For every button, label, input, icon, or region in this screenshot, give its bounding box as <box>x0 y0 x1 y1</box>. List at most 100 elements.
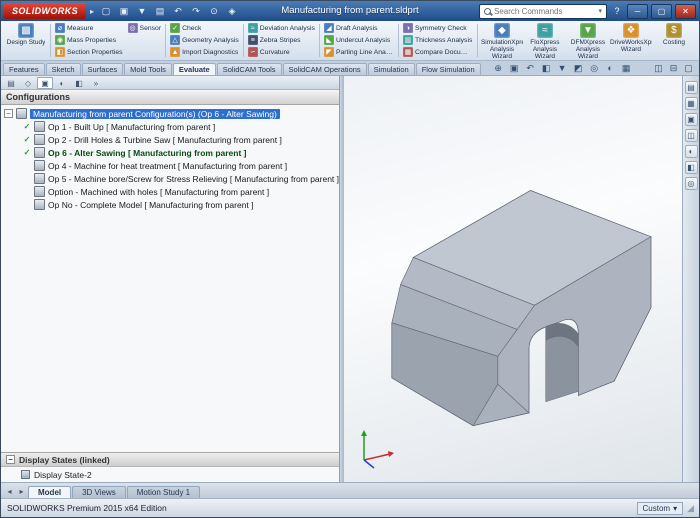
dfmxpress-wizard-button[interactable]: ▼DFMXpress Analysis Wizard <box>567 22 609 60</box>
costing-button[interactable]: $Costing <box>653 22 695 60</box>
tab-solidcam-tools[interactable]: SolidCAM Tools <box>217 63 282 75</box>
dimxpertmanager-tab-icon[interactable]: ◐ <box>54 77 70 89</box>
zoom-fit-icon[interactable]: ⊕ <box>492 63 505 74</box>
split-pane-vertical-icon[interactable]: ⊟ <box>667 63 680 74</box>
graphics-viewport[interactable] <box>344 76 682 482</box>
display-states-expander-icon[interactable]: − <box>6 455 15 464</box>
design-study-button[interactable]: ▩Design Study <box>5 22 47 60</box>
config-tree-row[interactable]: ✓Option - Machined with holes [ Manufact… <box>1 185 339 198</box>
minimize-button[interactable]: ─ <box>627 4 648 19</box>
parting-line-analysis-icon: ◤ <box>324 47 334 57</box>
custom-properties-icon[interactable]: ◧ <box>685 161 698 174</box>
search-input[interactable] <box>494 7 595 16</box>
tab-surfaces[interactable]: Surfaces <box>82 63 124 75</box>
thickness-analysis-button[interactable]: ▥Thickness Analysis <box>402 34 474 46</box>
tab-flow-simulation[interactable]: Flow Simulation <box>416 63 481 75</box>
parting-line-analysis-button[interactable]: ◤Parting Line Analysis <box>323 46 395 58</box>
driveworksxpress-wizard-button[interactable]: ❖DriveWorksXpress Wizard <box>610 22 652 60</box>
file-explorer-icon[interactable]: ▣ <box>685 113 698 126</box>
close-pane-icon[interactable]: ▢ <box>682 63 695 74</box>
configurationmanager-tab-icon[interactable]: ▣ <box>37 77 53 89</box>
zebra-stripes-button[interactable]: ≡Zebra Stripes <box>247 34 316 46</box>
sensor-button[interactable]: ◎Sensor <box>127 22 163 34</box>
zoom-area-icon[interactable]: ▣ <box>508 63 521 74</box>
edit-appearance-icon[interactable]: ◐ <box>604 63 617 73</box>
check-button[interactable]: ✓Check <box>169 22 240 34</box>
compare-documents-button[interactable]: ▦Compare Documents <box>402 46 474 58</box>
split-pane-horizontal-icon[interactable]: ◫ <box>652 63 665 74</box>
geometry-analysis-icon: △ <box>170 35 180 45</box>
floxpress-wizard-button[interactable]: ≈FloXpress Analysis Wizard <box>524 22 566 60</box>
undo-icon[interactable]: ↶ <box>170 4 186 18</box>
tab-simulation[interactable]: Simulation <box>368 63 415 75</box>
config-tree-row[interactable]: ✓Op 1 - Built Up [ Manufacturing from pa… <box>1 120 339 133</box>
mass-properties-button[interactable]: ◉Mass Properties <box>54 34 124 46</box>
tree-expander-icon[interactable]: − <box>4 109 13 118</box>
section-properties-button[interactable]: ◧Section Properties <box>54 46 124 58</box>
rebuild-icon[interactable]: ⊙ <box>206 4 222 18</box>
deviation-analysis-button[interactable]: ≈Deviation Analysis <box>247 22 316 34</box>
display-state-icon <box>21 470 30 479</box>
display-style-icon[interactable]: ◩ <box>572 63 585 74</box>
hide-show-items-icon[interactable]: ◎ <box>588 63 601 74</box>
config-root-label: Manufacturing from parent Configuration(… <box>30 109 280 119</box>
print-icon[interactable]: ▤ <box>152 4 168 18</box>
view-orientation-icon[interactable]: ▼ <box>556 63 569 73</box>
config-root-row[interactable]: − Manufacturing from parent Configuration… <box>1 107 339 120</box>
undercut-analysis-button[interactable]: ◣Undercut Analysis <box>323 34 395 46</box>
symmetry-check-button[interactable]: ◑Symmetry Check <box>402 22 474 34</box>
model-tabs: Model3D ViewsMotion Study 1 <box>28 486 200 498</box>
tab-scroll-right-icon[interactable]: ▸ <box>16 487 27 498</box>
part-arch-back-face[interactable] <box>546 336 579 401</box>
measure-button[interactable]: ⌀Measure <box>54 22 124 34</box>
config-tree-row[interactable]: ✓Op 6 - Alter Sawing [ Manufacturing fro… <box>1 146 339 159</box>
section-view-icon[interactable]: ◧ <box>540 63 553 74</box>
tab-solidcam-operations[interactable]: SolidCAM Operations <box>283 63 367 75</box>
new-icon[interactable]: ▢ <box>98 4 114 18</box>
status-bar: SOLIDWORKS Premium 2015 x64 Edition Cust… <box>1 498 699 517</box>
options-icon[interactable]: ◈ <box>224 4 240 18</box>
tab-evaluate[interactable]: Evaluate <box>173 63 216 75</box>
redo-icon[interactable]: ↷ <box>188 4 204 18</box>
tab-sketch[interactable]: Sketch <box>46 63 81 75</box>
config-tree-row[interactable]: ✓Op 2 - Drill Holes & Turbine Saw [ Manu… <box>1 133 339 146</box>
menu-expand-icon[interactable]: ▸ <box>90 7 94 16</box>
resize-grip-icon[interactable]: ◢ <box>687 503 693 514</box>
tab-mold-tools[interactable]: Mold Tools <box>124 63 172 75</box>
part-3d-view[interactable] <box>344 76 682 482</box>
bottom-tab-3d-views[interactable]: 3D Views <box>72 486 126 498</box>
featuremanager-tab-icon[interactable]: ▤ <box>3 77 19 89</box>
draft-analysis-button[interactable]: ◢Draft Analysis <box>323 22 395 34</box>
help-icon[interactable]: ? <box>610 6 624 16</box>
tab-overflow-icon[interactable]: » <box>88 77 104 89</box>
view-palette-icon[interactable]: ◫ <box>685 129 698 142</box>
search-scope-caret-icon[interactable]: ▾ <box>598 7 602 15</box>
simulationxpress-wizard-button[interactable]: ◆SimulationXpress Analysis Wizard <box>481 22 523 60</box>
save-icon[interactable]: ▼ <box>134 4 150 18</box>
config-tree-row[interactable]: ✓Op 4 - Machine for heat treatment [ Man… <box>1 159 339 172</box>
displaymanager-tab-icon[interactable]: ◧ <box>71 77 87 89</box>
apply-scene-icon[interactable]: ▦ <box>620 63 633 74</box>
display-state-item[interactable]: Display State-2 <box>1 467 339 482</box>
display-states-header[interactable]: − Display States (linked) <box>1 452 339 467</box>
close-button[interactable]: ✕ <box>675 4 696 19</box>
config-tree-row[interactable]: ✓Op 5 - Machine bore/Screw for Stress Re… <box>1 172 339 185</box>
compare-documents-icon: ▦ <box>403 47 413 57</box>
curvature-button[interactable]: ∽Curvature <box>247 46 316 58</box>
tab-features[interactable]: Features <box>3 63 45 75</box>
design-library-icon[interactable]: ▦ <box>685 97 698 110</box>
previous-view-icon[interactable]: ↶ <box>524 63 537 74</box>
config-tree-row[interactable]: ✓Op No - Complete Model [ Manufacturing … <box>1 198 339 211</box>
open-icon[interactable]: ▣ <box>116 4 132 18</box>
appearances-icon[interactable]: ◐ <box>685 145 698 158</box>
maximize-button[interactable]: ▢ <box>651 4 672 19</box>
solidworks-resources-icon[interactable]: ▤ <box>685 81 698 94</box>
tab-scroll-left-icon[interactable]: ◂ <box>4 487 15 498</box>
bottom-tab-motion-study-1[interactable]: Motion Study 1 <box>127 486 200 498</box>
import-diagnostics-button[interactable]: ▲Import Diagnostics <box>169 46 240 58</box>
geometry-analysis-button[interactable]: △Geometry Analysis <box>169 34 240 46</box>
forum-icon[interactable]: ◎ <box>685 177 698 190</box>
propertymanager-tab-icon[interactable]: ◇ <box>20 77 36 89</box>
units-selector[interactable]: Custom ▾ <box>637 502 684 515</box>
bottom-tab-model[interactable]: Model <box>28 486 71 498</box>
